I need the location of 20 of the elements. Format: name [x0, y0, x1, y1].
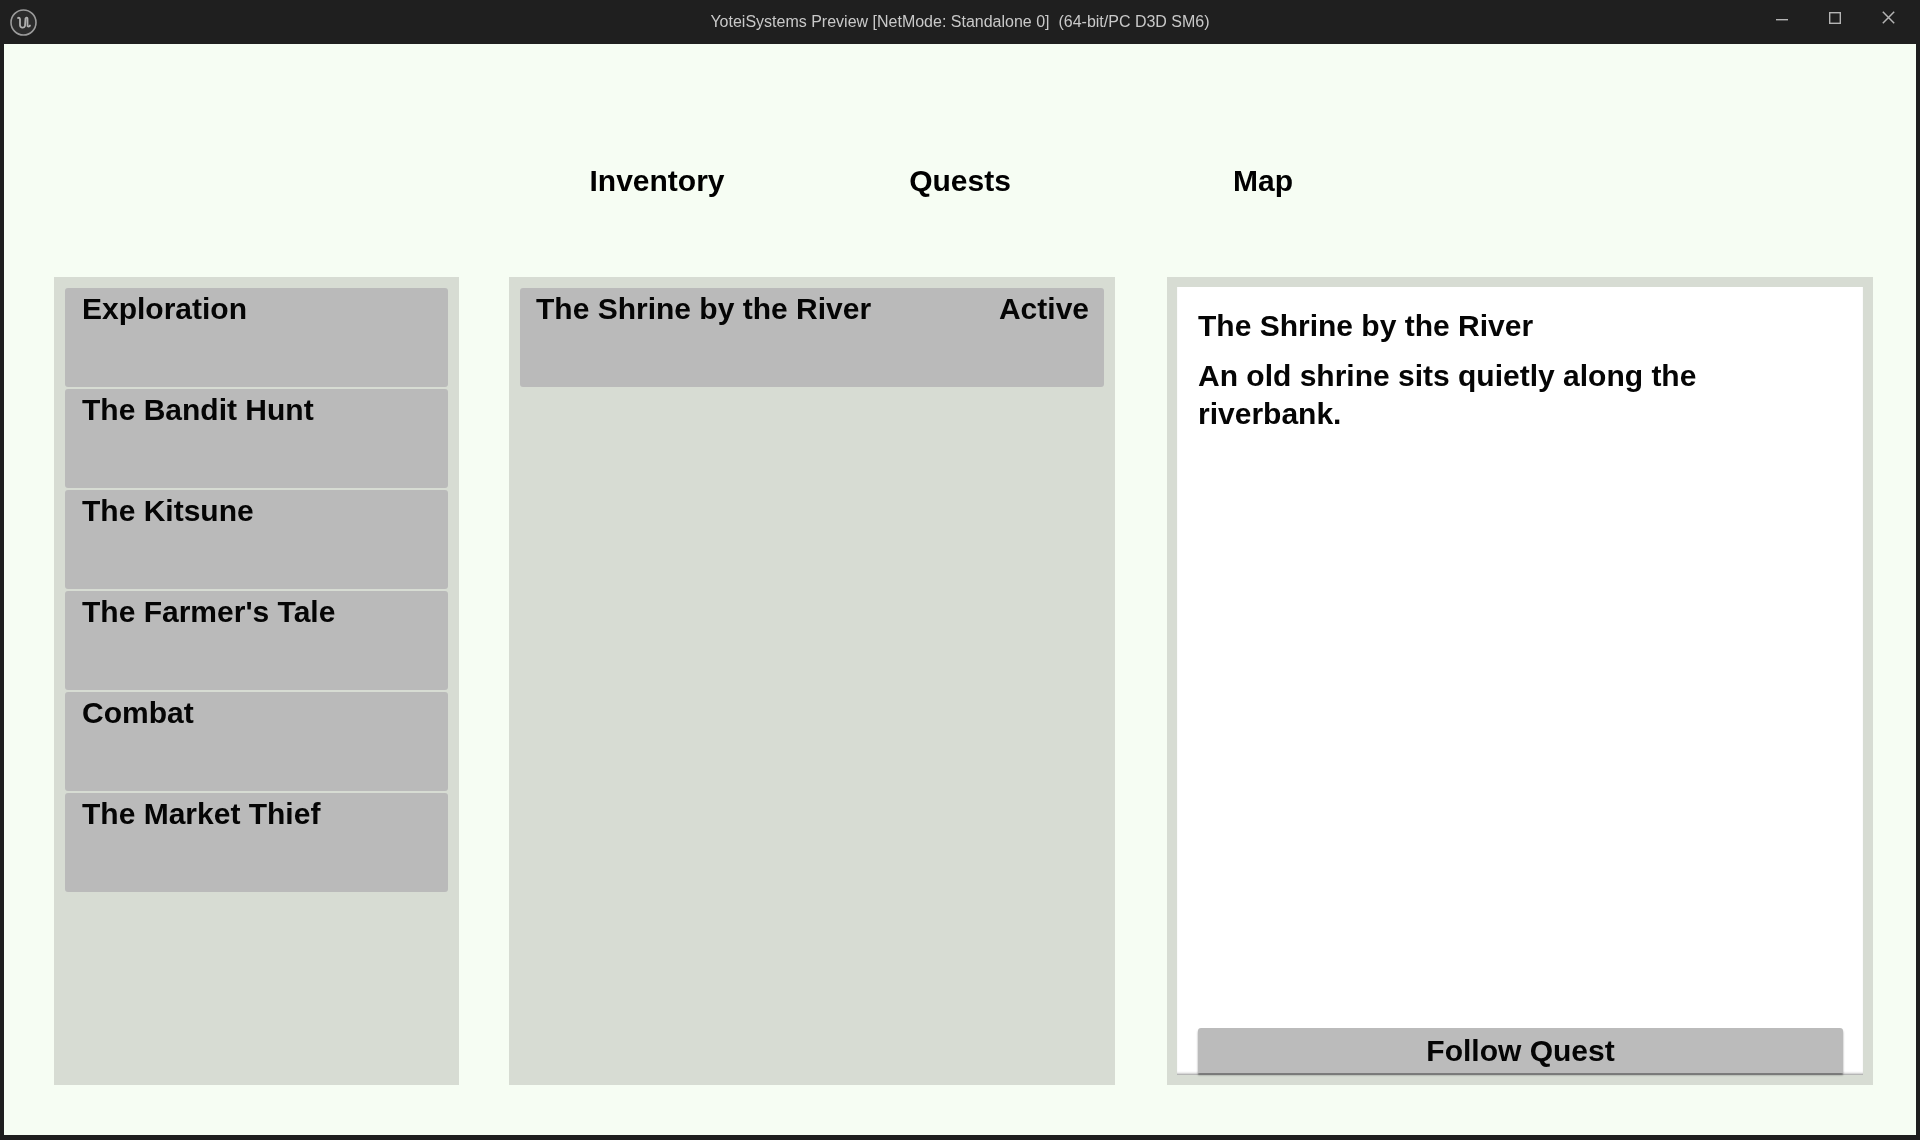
quest-row[interactable]: The Shrine by the River Active — [520, 288, 1104, 387]
category-item[interactable]: Exploration — [65, 288, 448, 387]
quest-name: The Shrine by the River — [536, 291, 872, 327]
tab[interactable]: Quests — [909, 162, 1011, 199]
quest-title: The Shrine by the River — [1198, 308, 1535, 344]
category-item[interactable]: The Bandit Hunt — [65, 389, 448, 488]
window-title: YoteiSystems Preview [NetMode: Standalone 0] (64-bit/PC D3D SM6) — [710, 13, 1210, 31]
quest-description: An old shrine sits quietly along the riverbank. — [1198, 358, 1698, 432]
quest-status: Active — [998, 291, 1089, 327]
tab[interactable]: Inventory — [589, 162, 725, 199]
category-item[interactable]: The Farmer's Tale — [65, 591, 448, 690]
category-item[interactable]: Combat — [65, 692, 448, 791]
follow-quest-button[interactable]: Follow Quest — [1198, 1028, 1843, 1073]
maximize-icon[interactable] — [1829, 12, 1841, 24]
tab[interactable]: Map — [1233, 162, 1293, 199]
app-logo-icon — [10, 8, 37, 36]
category-item[interactable]: The Kitsune — [65, 490, 448, 589]
close-icon[interactable] — [1882, 11, 1895, 24]
minimize-icon[interactable] — [1776, 19, 1788, 21]
category-item[interactable]: The Market Thief — [65, 793, 448, 892]
